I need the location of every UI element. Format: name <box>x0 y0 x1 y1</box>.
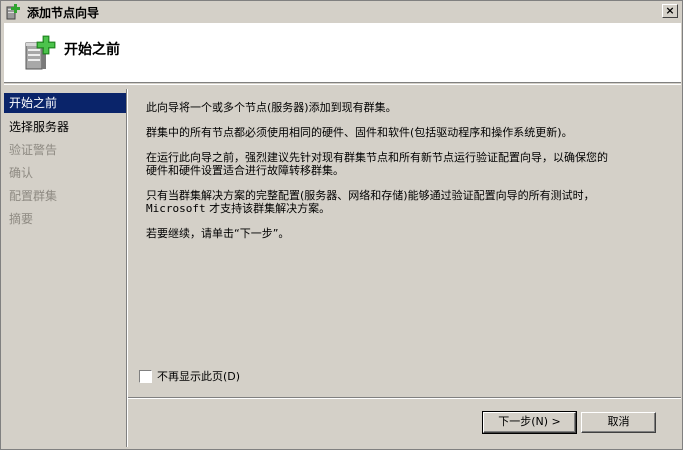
wizard-header: 开始之前 <box>4 23 681 83</box>
header-divider <box>4 84 681 85</box>
close-button[interactable]: × <box>662 4 678 18</box>
wizard-add-node-icon <box>6 4 22 20</box>
close-icon: × <box>665 4 675 17</box>
validation-paragraph: 在运行此向导之前，强烈建议先针对现有群集节点和所有新节点运行验证配置向导，以确保… <box>146 151 666 177</box>
continue-paragraph: 若要继续，请单击“下一步”。 <box>146 227 290 240</box>
requirements-paragraph: 群集中的所有节点都必须使用相同的硬件、固件和软件(包括驱动程序和操作系统更新)。 <box>146 126 573 139</box>
window-title: 添加节点向导 <box>27 5 100 20</box>
wizard-content: 此向导将一个或多个节点(服务器)添加到现有群集。 群集中的所有节点都必须使用相同… <box>146 101 666 252</box>
intro-paragraph: 此向导将一个或多个节点(服务器)添加到现有群集。 <box>146 101 397 114</box>
dont-show-again-option[interactable]: 不再显示此页(D) <box>139 368 240 384</box>
wizard-steps-nav: 开始之前 选择服务器 验证警告 确认 配置群集 摘要 <box>4 93 126 447</box>
nav-step-summary: 摘要 <box>9 212 34 226</box>
add-node-wizard-window: 添加节点向导 × 开始之前 开始之前 选择服务器 验证警告 确认 配置群集 摘要… <box>0 0 683 450</box>
nav-divider-highlight <box>127 89 128 447</box>
nav-step-validation-warning: 验证警告 <box>9 143 58 157</box>
dont-show-again-checkbox[interactable] <box>139 369 152 383</box>
support-paragraph: 只有当群集解决方案的完整配置(服务器、网络和存储)能够通过验证配置向导的所有测试… <box>146 189 666 215</box>
server-add-icon <box>24 35 56 71</box>
nav-step-before-you-begin[interactable]: 开始之前 <box>4 93 126 113</box>
footer-divider-highlight <box>128 398 681 399</box>
support-line-2: 才支持该群集解决方案。 <box>205 202 331 215</box>
nav-step-configure-cluster: 配置群集 <box>9 189 58 203</box>
dont-show-again-label[interactable]: 不再显示此页(D) <box>157 368 240 384</box>
nav-step-select-servers[interactable]: 选择服务器 <box>4 116 126 139</box>
support-line-1: 只有当群集解决方案的完整配置(服务器、网络和存储)能够通过验证配置向导的所有测试… <box>146 189 595 202</box>
page-title: 开始之前 <box>64 42 120 58</box>
validation-line-2: 硬件和硬件设置适合进行故障转移群集。 <box>146 164 344 177</box>
microsoft-text: Microsoft <box>146 202 206 215</box>
title-bar[interactable]: 添加节点向导 × <box>2 2 681 22</box>
next-button[interactable]: 下一步(N) > <box>482 411 577 434</box>
cancel-button[interactable]: 取消 <box>581 412 656 433</box>
nav-step-confirmation: 确认 <box>9 166 34 180</box>
validation-line-1: 在运行此向导之前，强烈建议先针对现有群集节点和所有新节点运行验证配置向导，以确保… <box>146 151 608 164</box>
